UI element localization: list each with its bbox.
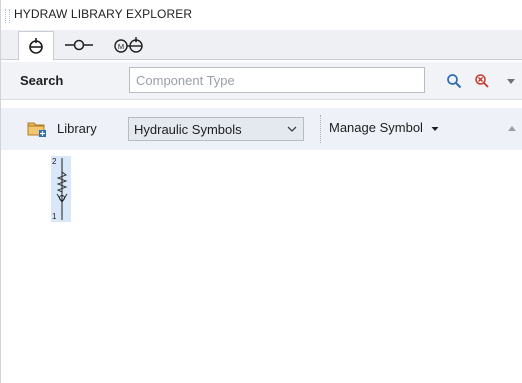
tab-strip: M	[1, 30, 522, 61]
component-icon	[29, 38, 43, 54]
search-input[interactable]	[129, 67, 425, 93]
symbol-grid: 2 1	[1, 150, 522, 383]
clear-search-button[interactable]	[473, 72, 491, 90]
tab-motor-pump[interactable]: M	[105, 31, 153, 59]
library-label: Library	[57, 121, 97, 136]
library-select[interactable]: Hydraulic Symbols	[128, 117, 304, 141]
library-explorer-panel: HYDRAW LIBRARY EXPLORER M Search Compone…	[0, 0, 522, 383]
dropdown-arrow-icon	[507, 79, 515, 84]
panel-title-bar[interactable]: HYDRAW LIBRARY EXPLORER	[1, 0, 522, 30]
clear-search-icon	[475, 74, 489, 88]
panel-title: HYDRAW LIBRARY EXPLORER	[14, 7, 193, 21]
search-label: Search	[20, 73, 64, 88]
library-button[interactable]	[27, 119, 47, 139]
tab-connections[interactable]	[59, 31, 99, 59]
search-button[interactable]	[445, 72, 463, 90]
connection-line-icon	[65, 39, 93, 51]
manage-symbol-label: Manage Symbol	[329, 120, 423, 135]
magnifier-icon	[447, 74, 462, 89]
collapse-up-icon	[508, 126, 516, 131]
symbol-item[interactable]: 2 1	[51, 156, 71, 222]
svg-text:M: M	[118, 42, 124, 51]
spring-check-valve-icon	[56, 158, 68, 220]
drag-grip-icon[interactable]	[5, 9, 10, 23]
motor-pump-icon: M	[114, 37, 143, 53]
manage-symbol-button[interactable]: Manage Symbol	[329, 120, 439, 135]
search-options-button[interactable]	[504, 74, 518, 88]
chevron-down-icon	[287, 126, 297, 132]
tab-components[interactable]	[18, 31, 54, 61]
collapse-button[interactable]	[505, 122, 519, 136]
library-toolbar: Library Hydraulic Symbols Manage Symbol	[1, 108, 522, 150]
library-select-value: Hydraulic Symbols	[134, 122, 242, 137]
dropdown-arrow-icon	[431, 126, 439, 131]
search-bar: Search	[1, 62, 522, 100]
toolbar-separator	[320, 115, 323, 143]
library-folder-icon	[27, 122, 46, 137]
